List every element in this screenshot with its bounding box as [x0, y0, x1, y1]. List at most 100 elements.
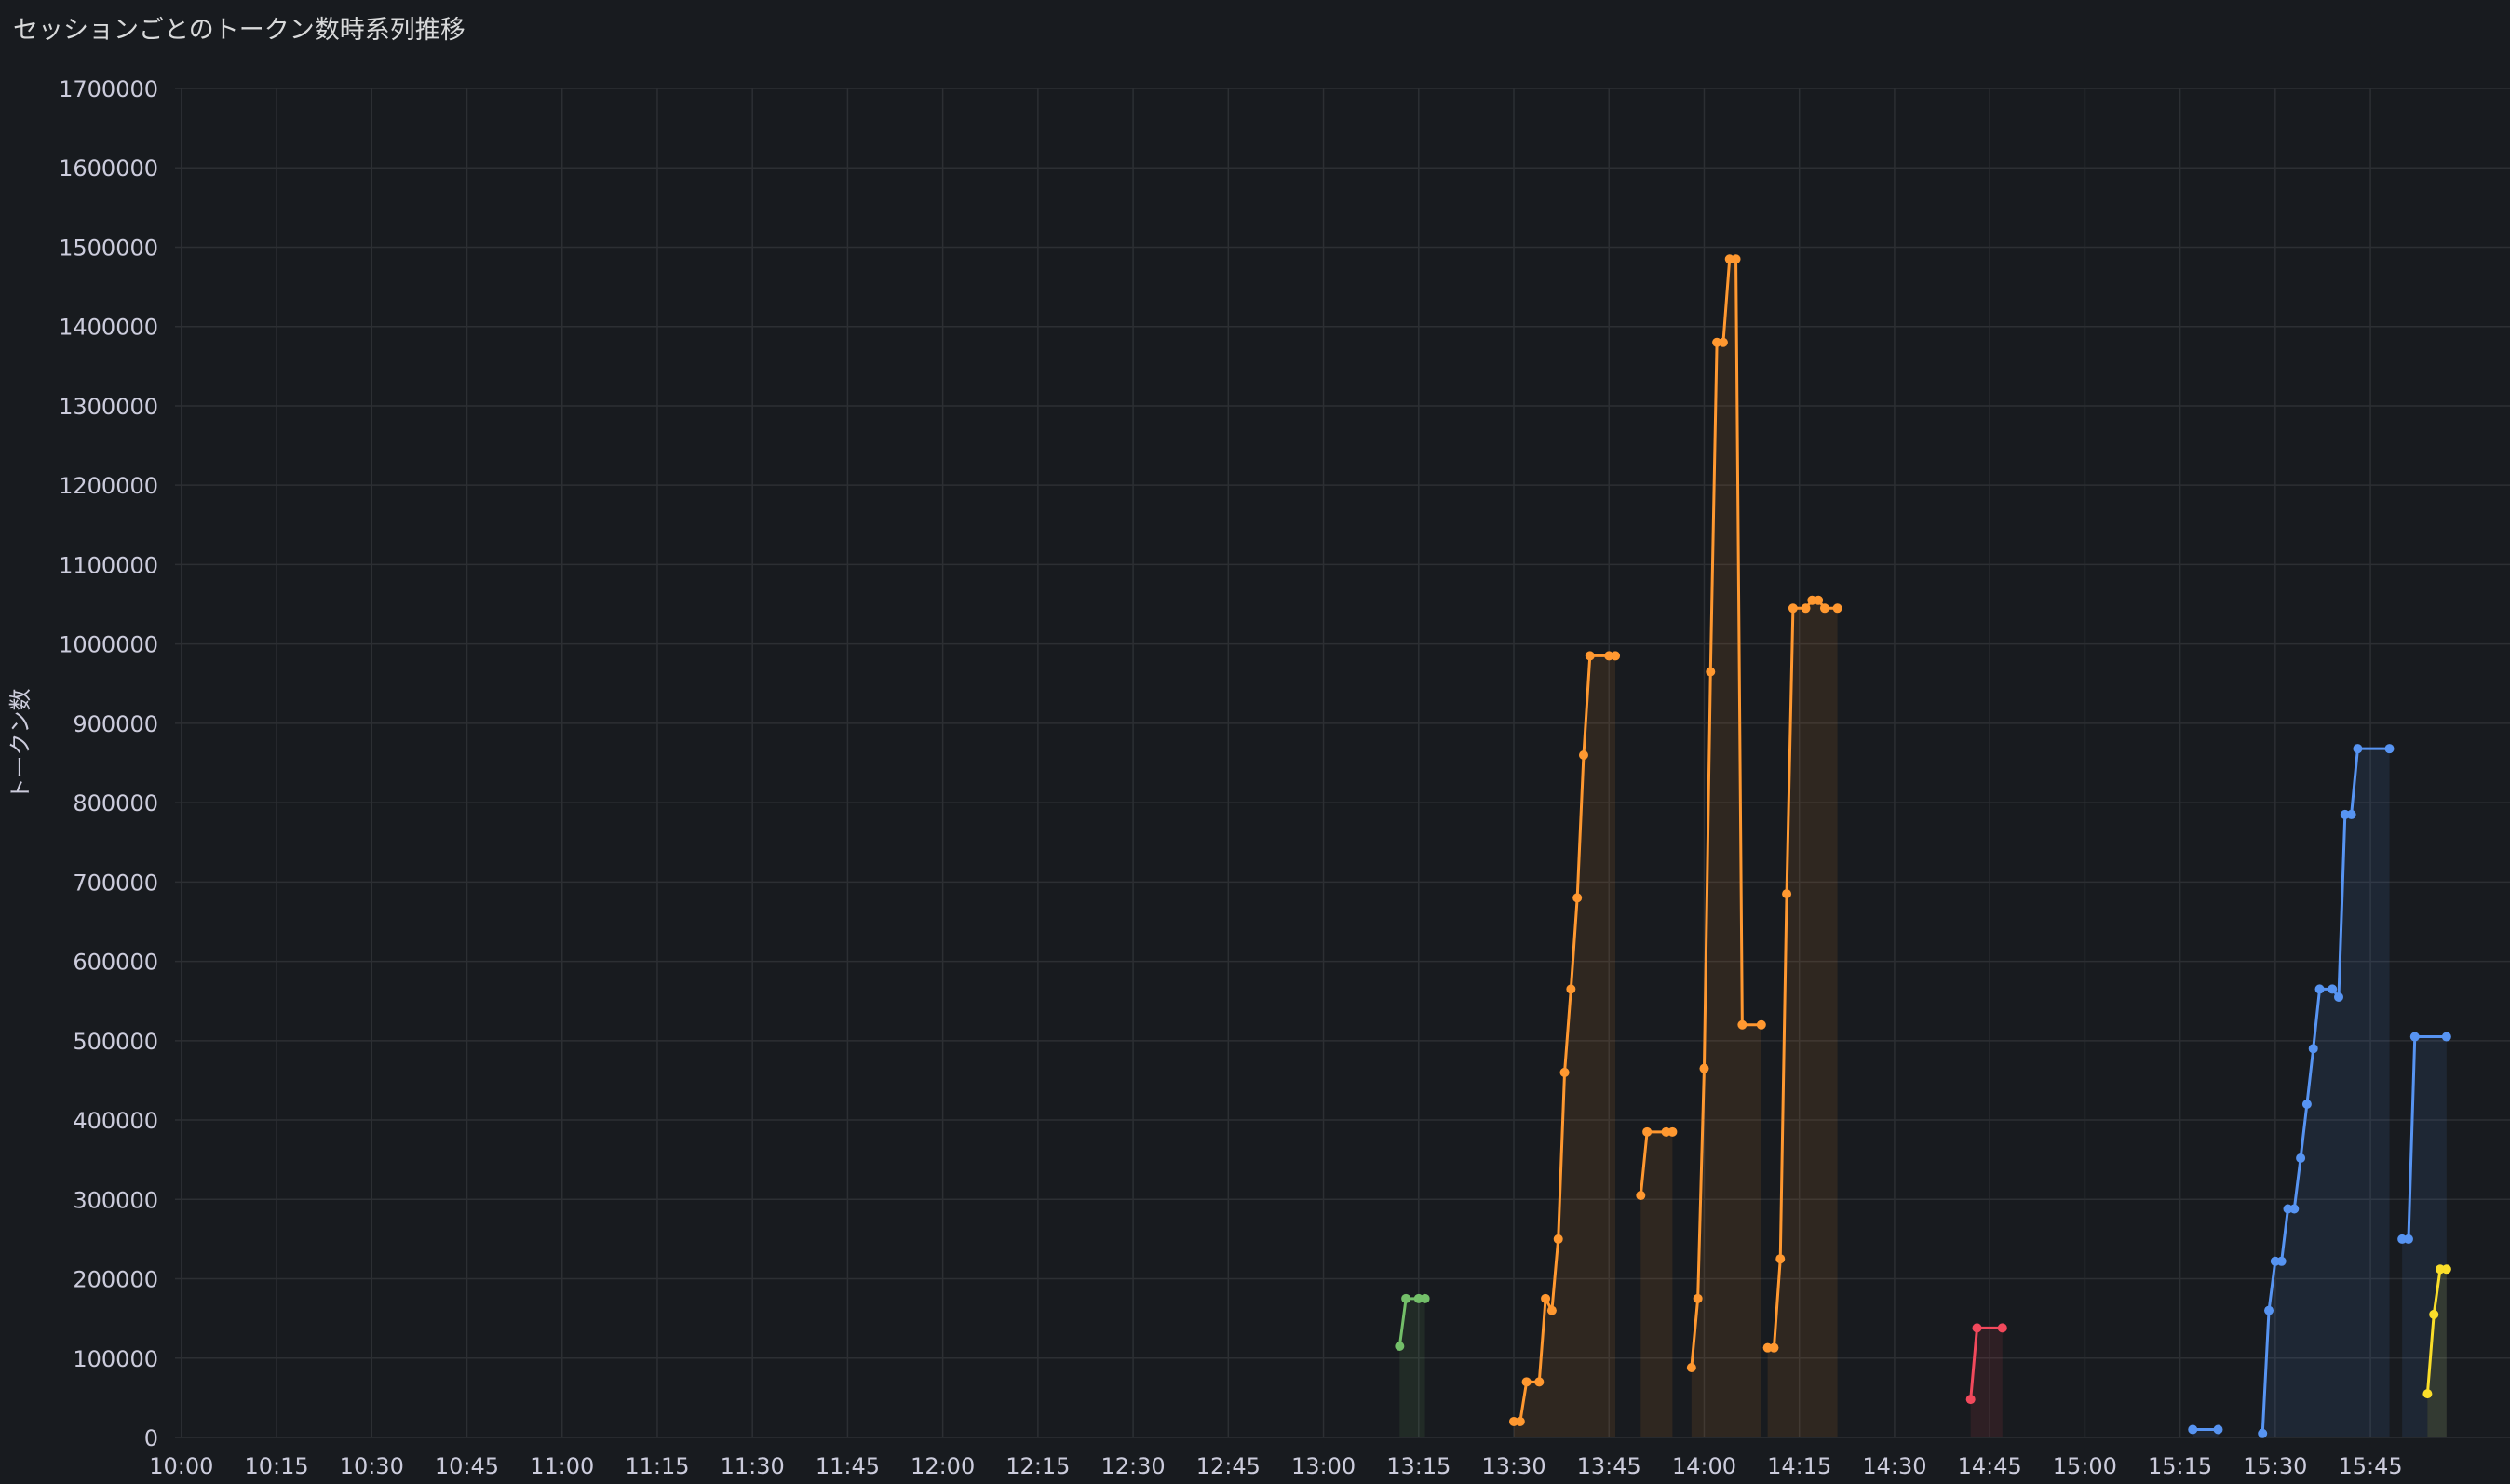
series-5	[1965, 1323, 2007, 1437]
data-point	[2296, 1153, 2306, 1163]
series-area	[1767, 600, 1838, 1437]
data-point	[2188, 1424, 2198, 1435]
token-chart: 0 100000 200000 300000 400000 500000 600000 700…	[7, 76, 2510, 1479]
data-point	[2289, 1204, 2300, 1214]
data-point	[2308, 1044, 2318, 1054]
data-point	[1578, 749, 1588, 760]
x-tick-label: 13:00	[1291, 1453, 1356, 1479]
x-tick-label: 10:00	[149, 1453, 213, 1479]
data-point	[1667, 1126, 1678, 1137]
data-point	[2314, 984, 2325, 994]
series-4	[1762, 595, 1842, 1437]
data-point	[2429, 1309, 2439, 1319]
data-point	[2301, 1100, 2312, 1110]
data-point	[1693, 1293, 1703, 1303]
x-tick-label: 15:00	[2053, 1453, 2117, 1479]
x-tick-label: 12:30	[1101, 1453, 1166, 1479]
data-point	[1401, 1293, 1411, 1303]
x-tick-label: 15:45	[2338, 1453, 2402, 1479]
x-tick-label: 14:45	[1958, 1453, 2022, 1479]
x-tick-label: 14:30	[1862, 1453, 1926, 1479]
x-tick-label: 10:30	[340, 1453, 404, 1479]
data-point	[1972, 1323, 1982, 1333]
y-tick-label: 1300000	[59, 394, 158, 420]
y-axis-label: トークン数	[7, 689, 34, 801]
data-point	[1420, 1293, 1430, 1303]
series-1	[1509, 651, 1621, 1437]
data-point	[1566, 984, 1576, 994]
x-tick-label: 10:45	[435, 1453, 499, 1479]
data-point	[1814, 595, 1824, 605]
data-point	[1572, 893, 1583, 903]
data-point	[1585, 651, 1595, 661]
y-tick-label: 0	[144, 1425, 158, 1451]
data-point	[1731, 254, 1741, 264]
data-point	[2328, 984, 2338, 994]
y-tick-label: 1200000	[59, 473, 158, 499]
chart-panel: セッションごとのトークン数時系列推移 0 100000 200000 300000 40…	[0, 0, 2510, 1484]
data-point	[1395, 1341, 1405, 1351]
data-point	[1546, 1305, 1557, 1315]
x-tick-label: 13:45	[1577, 1453, 1641, 1479]
data-point	[1541, 1293, 1551, 1303]
y-tick-label: 1100000	[59, 552, 158, 578]
y-tick-label: 400000	[73, 1108, 158, 1134]
y-tick-label: 900000	[73, 711, 158, 737]
data-point	[2441, 1264, 2451, 1275]
x-tick-label: 12:00	[911, 1453, 975, 1479]
y-tick-label: 1500000	[59, 235, 158, 261]
data-point	[1515, 1416, 1525, 1426]
x-tick-label: 15:30	[2243, 1453, 2307, 1479]
data-point	[1832, 603, 1842, 614]
data-point	[1521, 1377, 1532, 1387]
data-point	[1775, 1254, 1786, 1264]
data-point	[1965, 1395, 1976, 1405]
y-tick-label: 600000	[73, 950, 158, 976]
x-tick-label: 12:15	[1005, 1453, 1070, 1479]
data-point	[1769, 1342, 1779, 1353]
y-tick-label: 500000	[73, 1029, 158, 1055]
y-tick-label: 1700000	[59, 76, 158, 102]
series-7	[2258, 744, 2395, 1438]
data-point	[1706, 667, 1716, 677]
data-point	[2333, 992, 2343, 1002]
x-tick-label: 10:15	[244, 1453, 308, 1479]
x-tick-label: 11:30	[721, 1453, 785, 1479]
data-point	[1756, 1019, 1766, 1030]
data-point	[1718, 337, 1728, 347]
y-tick-label: 800000	[73, 790, 158, 816]
data-point	[1686, 1362, 1696, 1372]
data-point	[1819, 603, 1829, 614]
x-tick-label: 15:15	[2148, 1453, 2212, 1479]
data-point	[1642, 1126, 1653, 1137]
x-tick-label: 14:00	[1672, 1453, 1736, 1479]
data-point	[2346, 809, 2356, 819]
data-point	[2441, 1032, 2451, 1042]
x-tick-label: 12:45	[1196, 1453, 1261, 1479]
data-point	[1636, 1191, 1646, 1201]
data-point	[1534, 1377, 1545, 1387]
series-area	[1640, 1131, 1673, 1437]
y-tick-label: 1000000	[59, 632, 158, 658]
series-0	[1395, 1293, 1430, 1437]
data-point	[2422, 1389, 2433, 1399]
data-point	[2353, 744, 2363, 754]
y-tick-label: 300000	[73, 1187, 158, 1213]
y-tick-label: 1600000	[59, 155, 158, 182]
data-point	[1997, 1323, 2007, 1333]
data-point	[1559, 1067, 1570, 1077]
series-6	[2188, 1424, 2223, 1437]
data-point	[2264, 1305, 2274, 1315]
x-tick-label: 11:15	[625, 1453, 689, 1479]
data-point	[2409, 1032, 2420, 1042]
y-tick-label: 200000	[73, 1267, 158, 1293]
series-area	[1514, 655, 1616, 1437]
data-point	[1553, 1234, 1563, 1244]
series-3	[1686, 254, 1766, 1438]
x-tick-label: 13:15	[1386, 1453, 1451, 1479]
data-point	[1801, 603, 1811, 614]
data-point	[2384, 744, 2395, 754]
data-point	[1611, 651, 1621, 661]
data-point	[2403, 1234, 2413, 1244]
x-tick-label: 11:45	[816, 1453, 880, 1479]
